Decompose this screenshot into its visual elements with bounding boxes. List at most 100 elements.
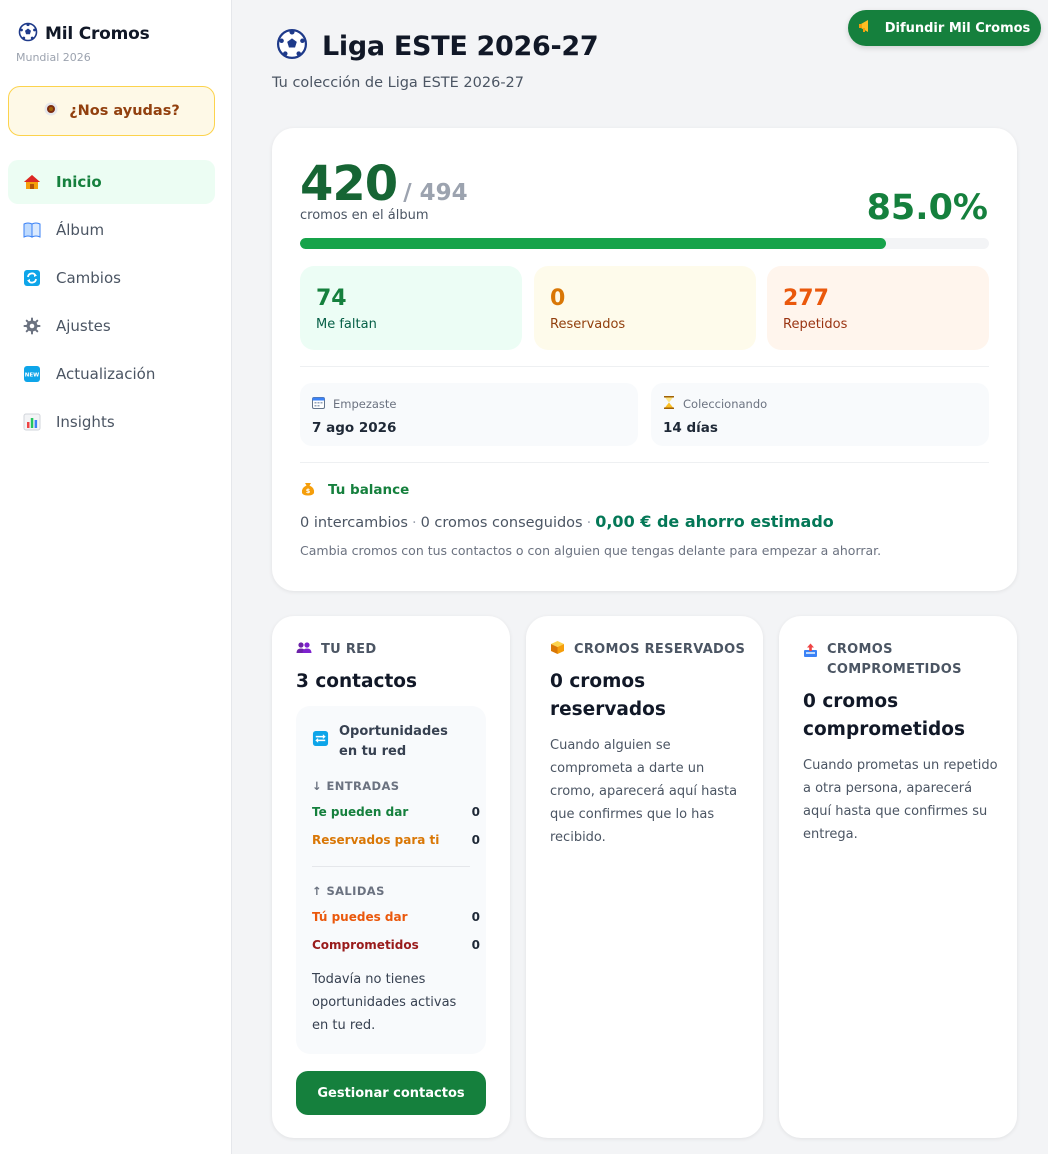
help-us-button[interactable]: ¿Nos ayudas? xyxy=(8,86,215,136)
balance-heading: $ Tu balance xyxy=(300,480,409,500)
started-value: 7 ago 2026 xyxy=(312,420,397,436)
reserved-stickers-card: CROMOS RESERVADOS 0 cromos reservados Cu… xyxy=(526,616,763,1138)
divider xyxy=(312,866,470,867)
coffee-icon xyxy=(43,101,59,121)
svg-text:$: $ xyxy=(306,487,311,495)
balance-hint: Cambia cromos con tus contactos o con al… xyxy=(300,543,882,558)
started-label: Empezaste xyxy=(333,397,397,411)
reserved-description: Cuando alguien se comprometa a darte un … xyxy=(550,738,738,845)
sidebar-item-label: Álbum xyxy=(56,221,105,239)
opp-row-value: 0 xyxy=(471,938,480,952)
new-badge-icon: NEW xyxy=(22,364,42,384)
opp-row-tu-puedes-dar[interactable]: Tú puedes dar 0 xyxy=(312,910,480,924)
sidebar-nav: Inicio Álbum Cambios Ajustes NEW Actuali… xyxy=(8,160,215,448)
committed-count: 0 cromos comprometidos xyxy=(803,691,966,740)
collecting-label: Coleccionando xyxy=(683,397,768,411)
collecting-value: 14 días xyxy=(663,420,718,436)
sidebar-item-insights[interactable]: Insights xyxy=(8,400,215,444)
stat-missing-value: 74 xyxy=(316,286,347,311)
sidebar-item-ajustes[interactable]: Ajustes xyxy=(8,304,215,348)
money-bag-icon: $ xyxy=(300,480,316,500)
network-head-label: TU RED xyxy=(321,642,377,657)
sidebar-item-actualizacion[interactable]: NEW Actualización xyxy=(8,352,215,396)
megaphone-icon xyxy=(858,19,875,37)
sidebar-item-label: Insights xyxy=(56,413,115,431)
help-us-label: ¿Nos ayudas? xyxy=(69,103,180,119)
share-button[interactable]: Difundir Mil Cromos xyxy=(848,10,1041,46)
reserved-head-label: CROMOS RESERVADOS xyxy=(574,642,746,657)
contacts-count: 3 contactos xyxy=(296,671,418,692)
brand[interactable]: Mil Cromos Mundial 2026 xyxy=(16,22,150,64)
reserved-count: 0 cromos reservados xyxy=(550,671,666,720)
sticker-count-label: cromos en el álbum xyxy=(300,208,429,223)
swap-icon xyxy=(312,722,329,762)
stat-duplicates-label: Repetidos xyxy=(783,317,848,332)
committed-head-label: CROMOS COMPROMETIDOS xyxy=(827,642,962,677)
sidebar-item-label: Ajustes xyxy=(56,317,111,335)
stat-missing-label: Me faltan xyxy=(316,317,377,332)
opp-row-label: Reservados para ti xyxy=(312,833,440,847)
gear-icon xyxy=(22,316,42,336)
opportunities-heading: Oportunidades en tu red xyxy=(312,722,464,762)
hourglass-icon xyxy=(663,396,675,412)
started-info: Empezaste 7 ago 2026 xyxy=(300,383,638,446)
soccer-ball-icon xyxy=(18,22,38,46)
calendar-icon xyxy=(312,396,325,412)
sidebar: Mil Cromos Mundial 2026 ¿Nos ayudas? Ini… xyxy=(0,0,232,1154)
sidebar-item-album[interactable]: Álbum xyxy=(8,208,215,252)
sidebar-item-label: Inicio xyxy=(56,173,102,191)
brand-subtitle: Mundial 2026 xyxy=(16,51,91,64)
opp-row-label: Comprometidos xyxy=(312,938,419,952)
opp-row-comprometidos[interactable]: Comprometidos 0 xyxy=(312,938,480,952)
house-icon xyxy=(22,172,42,192)
outgoing-label: ↑ SALIDAS xyxy=(312,884,385,898)
sticker-total: / 494 xyxy=(403,180,468,206)
stat-duplicates[interactable]: 277 Repetidos xyxy=(767,266,989,350)
stat-reserved[interactable]: 0 Reservados xyxy=(534,266,756,350)
opp-row-value: 0 xyxy=(471,833,480,847)
opp-row-value: 0 xyxy=(471,910,480,924)
package-icon xyxy=(550,640,565,662)
collecting-info: Coleccionando 14 días xyxy=(651,383,989,446)
divider xyxy=(300,462,989,463)
obtained-count: 0 cromos conseguidos xyxy=(420,515,583,531)
sidebar-item-label: Cambios xyxy=(56,269,121,287)
opp-row-value: 0 xyxy=(471,805,480,819)
book-icon xyxy=(22,220,42,240)
committed-heading: CROMOS COMPROMETIDOS xyxy=(803,640,977,680)
opp-row-label: Tú puedes dar xyxy=(312,910,408,924)
collection-summary-card: 420 / 494 cromos en el álbum 85.0% 74 Me… xyxy=(272,128,1017,591)
completion-progress-bar xyxy=(300,238,989,249)
soccer-ball-icon xyxy=(276,28,308,64)
sticker-count: 420 / 494 xyxy=(300,156,468,212)
opp-row-te-pueden-dar[interactable]: Te pueden dar 0 xyxy=(312,805,480,819)
network-card: TU RED 3 contactos Oportunidades en tu r… xyxy=(272,616,510,1138)
stat-reserved-value: 0 xyxy=(550,286,566,311)
bar-chart-icon xyxy=(22,412,42,432)
committed-stickers-card: CROMOS COMPROMETIDOS 0 cromos comprometi… xyxy=(779,616,1017,1138)
sidebar-item-cambios[interactable]: Cambios xyxy=(8,256,215,300)
balance-summary: 0 intercambios · 0 cromos conseguidos · 0,00… xyxy=(300,512,834,531)
network-heading: TU RED xyxy=(296,640,376,661)
sidebar-item-label: Actualización xyxy=(56,365,156,383)
swap-icon xyxy=(22,268,42,288)
share-label: Difundir Mil Cromos xyxy=(884,20,1031,36)
manage-contacts-button[interactable]: Gestionar contactos xyxy=(296,1071,486,1115)
sidebar-item-inicio[interactable]: Inicio xyxy=(8,160,215,204)
brand-title: Mil Cromos xyxy=(45,24,150,44)
stat-reserved-label: Reservados xyxy=(550,317,626,332)
opportunities-empty-text: Todavía no tienes oportunidades activas … xyxy=(312,972,457,1033)
stat-duplicates-value: 277 xyxy=(783,286,829,311)
opportunities-title: Oportunidades en tu red xyxy=(339,724,448,759)
reserved-heading: CROMOS RESERVADOS xyxy=(550,640,745,662)
stat-missing[interactable]: 74 Me faltan xyxy=(300,266,522,350)
completion-progress-fill xyxy=(300,238,886,249)
outbox-icon xyxy=(803,643,818,665)
page-header: Liga ESTE 2026-27 xyxy=(276,28,599,64)
opp-row-reservados-para-ti[interactable]: Reservados para ti 0 xyxy=(312,833,480,847)
balance-title: Tu balance xyxy=(328,482,410,498)
page-title: Liga ESTE 2026-27 xyxy=(322,30,599,62)
estimated-savings: 0,00 € de ahorro estimado xyxy=(595,512,834,531)
exchanges-count: 0 intercambios xyxy=(300,515,408,531)
opp-row-label: Te pueden dar xyxy=(312,805,409,819)
